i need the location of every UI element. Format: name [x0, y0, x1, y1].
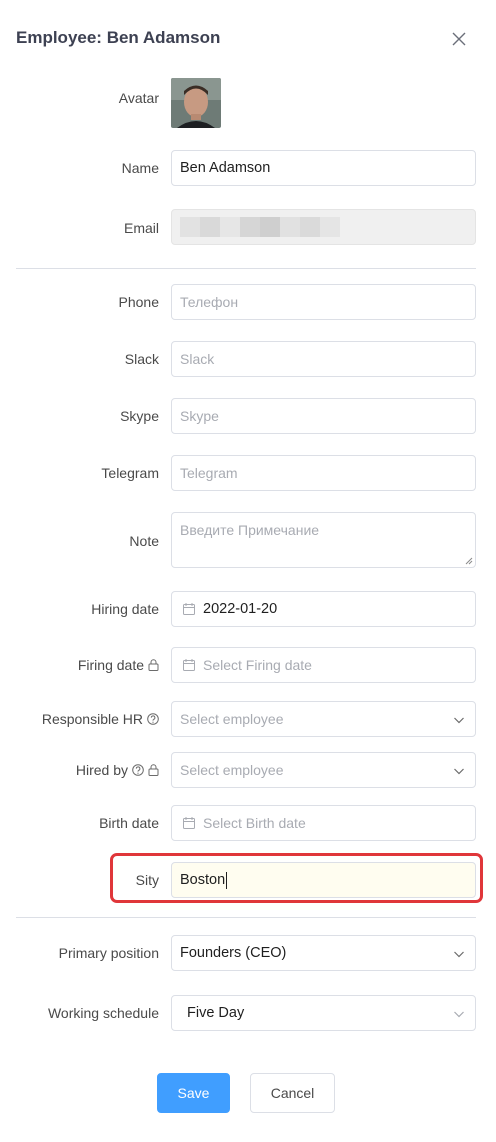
- working-schedule-label: Working schedule: [47, 1005, 159, 1021]
- telegram-label: Telegram: [101, 465, 159, 481]
- chevron-down-icon: [453, 1007, 465, 1023]
- calendar-icon: [183, 659, 195, 671]
- chevron-down-icon: [453, 713, 465, 729]
- help-icon[interactable]: [132, 764, 144, 776]
- close-icon[interactable]: [450, 30, 468, 48]
- slack-label: Slack: [124, 351, 159, 367]
- hired-by-select[interactable]: Select employee: [171, 752, 476, 788]
- skype-label: Skype: [120, 408, 159, 424]
- text-cursor: [226, 871, 228, 889]
- firing-date-picker[interactable]: Select Firing date: [171, 647, 476, 683]
- lock-icon: [148, 764, 159, 776]
- lock-icon: [148, 659, 159, 671]
- email-label: Email: [123, 220, 159, 236]
- chevron-down-icon: [453, 764, 465, 780]
- city-label: Sity: [135, 872, 159, 888]
- skype-input[interactable]: Skype: [171, 398, 476, 434]
- birth-date-picker[interactable]: Select Birth date: [171, 805, 476, 841]
- cancel-button[interactable]: Cancel: [250, 1073, 335, 1113]
- name-label: Name: [121, 160, 159, 176]
- name-input[interactable]: Ben Adamson: [171, 150, 476, 186]
- hiring-date-label: Hiring date: [91, 601, 159, 617]
- primary-position-label: Primary position: [58, 945, 159, 961]
- hiring-date-picker[interactable]: 2022-01-20: [171, 591, 476, 627]
- hired-by-label: Hired by: [76, 762, 159, 778]
- avatar[interactable]: [171, 78, 221, 128]
- working-schedule-select[interactable]: Five Day: [171, 995, 476, 1031]
- responsible-hr-label: Responsible HR: [42, 711, 159, 727]
- firing-date-label: Firing date: [78, 657, 159, 673]
- calendar-icon: [183, 603, 195, 615]
- section-divider: [16, 917, 476, 918]
- note-textarea[interactable]: Введите Примечание: [171, 512, 476, 568]
- phone-input[interactable]: Телефон: [171, 284, 476, 320]
- avatar-label: Avatar: [118, 90, 159, 106]
- note-label: Note: [129, 533, 159, 549]
- section-divider: [16, 268, 476, 269]
- city-input[interactable]: Boston: [171, 862, 476, 898]
- primary-position-select[interactable]: Founders (CEO): [171, 935, 476, 971]
- calendar-icon: [183, 817, 195, 829]
- dialog-title: Employee: Ben Adamson: [16, 28, 221, 47]
- telegram-input[interactable]: Telegram: [171, 455, 476, 491]
- chevron-down-icon: [453, 947, 465, 963]
- birth-date-label: Birth date: [99, 815, 159, 831]
- responsible-hr-select[interactable]: Select employee: [171, 701, 476, 737]
- slack-input[interactable]: Slack: [171, 341, 476, 377]
- help-icon[interactable]: [147, 713, 159, 725]
- email-input: [171, 209, 476, 245]
- phone-label: Phone: [118, 294, 159, 310]
- resize-handle-icon[interactable]: [465, 557, 473, 565]
- redacted-email: [180, 217, 340, 237]
- save-button[interactable]: Save: [157, 1073, 230, 1113]
